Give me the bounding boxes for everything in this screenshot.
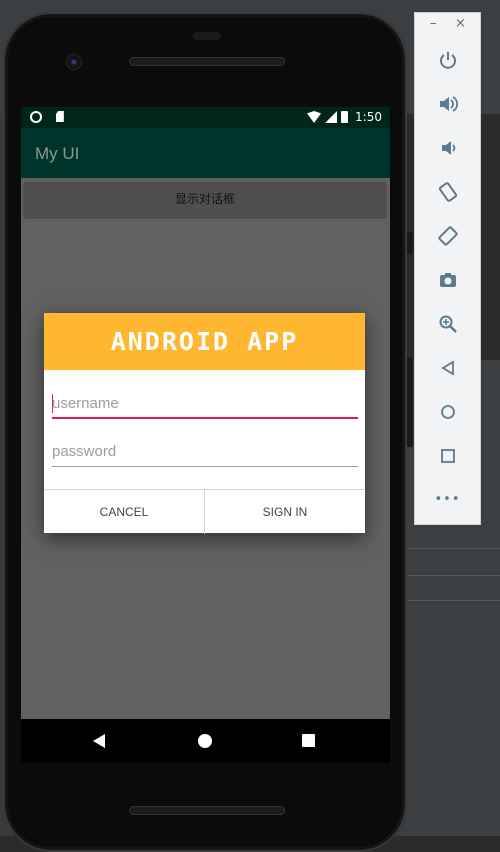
phone-notch bbox=[193, 32, 221, 40]
volume-down-icon bbox=[441, 141, 455, 155]
app-title: My UI bbox=[35, 144, 80, 163]
front-camera-icon bbox=[67, 55, 81, 69]
power-button[interactable] bbox=[415, 40, 480, 80]
status-time: 1:50 bbox=[355, 110, 382, 124]
show-dialog-button[interactable]: 显示对话框 bbox=[24, 182, 386, 217]
cell-signal-icon bbox=[325, 111, 338, 123]
zoom-in-icon bbox=[439, 315, 457, 333]
password-field[interactable]: password bbox=[52, 439, 358, 467]
overview-button[interactable] bbox=[415, 436, 480, 476]
recents-icon[interactable] bbox=[302, 734, 315, 747]
home-button[interactable] bbox=[415, 392, 480, 432]
bottom-speaker bbox=[129, 806, 285, 815]
app-bar: My UI bbox=[21, 128, 390, 178]
toolbar-window-controls: – × bbox=[415, 13, 480, 37]
earpiece-speaker bbox=[129, 57, 285, 66]
rotate-right-icon bbox=[437, 226, 458, 246]
password-underline bbox=[52, 466, 358, 467]
back-icon[interactable] bbox=[93, 734, 105, 748]
camera-icon bbox=[439, 273, 456, 287]
back-button[interactable] bbox=[415, 348, 480, 388]
phone-side-button bbox=[407, 232, 413, 254]
dialog-actions: CANCEL SIGN IN bbox=[44, 489, 365, 534]
volume-up-button[interactable] bbox=[415, 84, 480, 124]
rotate-right-button[interactable] bbox=[415, 216, 480, 256]
more-options-button[interactable]: ••• bbox=[415, 479, 480, 519]
phone-side-button bbox=[407, 357, 413, 447]
dialog-header-image: ANDROID APP bbox=[44, 313, 365, 370]
login-dialog: ANDROID APP username password CANCEL SIG… bbox=[44, 313, 365, 534]
wifi-icon bbox=[307, 111, 322, 123]
device-screen: 1:50 My UI 显示对话框 ANDROID APP username pa… bbox=[21, 107, 390, 719]
status-bar: 1:50 bbox=[21, 107, 390, 128]
home-icon[interactable] bbox=[198, 734, 212, 748]
rotate-left-button[interactable] bbox=[415, 172, 480, 212]
power-icon bbox=[439, 52, 456, 69]
volume-down-button[interactable] bbox=[415, 128, 480, 168]
username-placeholder: username bbox=[52, 395, 119, 412]
rotate-left-icon bbox=[438, 182, 457, 202]
volume-up-icon bbox=[439, 96, 458, 112]
minimize-icon[interactable]: – bbox=[430, 16, 437, 31]
overview-square-icon bbox=[440, 449, 455, 463]
battery-icon bbox=[341, 111, 349, 123]
cancel-button[interactable]: CANCEL bbox=[44, 490, 204, 534]
zoom-button[interactable] bbox=[415, 304, 480, 344]
close-icon[interactable]: × bbox=[455, 16, 466, 31]
sd-card-icon bbox=[55, 111, 64, 122]
username-underline bbox=[52, 417, 358, 419]
back-triangle-icon bbox=[440, 360, 454, 376]
notification-circle-icon bbox=[30, 111, 42, 123]
screenshot-button[interactable] bbox=[415, 260, 480, 300]
dialog-header-logo-text: ANDROID APP bbox=[110, 327, 299, 356]
home-circle-icon bbox=[440, 405, 455, 419]
password-placeholder: password bbox=[52, 443, 117, 460]
navigation-bar bbox=[21, 719, 390, 763]
emulator-toolbar: – × ••• bbox=[415, 13, 480, 524]
sign-in-button[interactable]: SIGN IN bbox=[204, 490, 365, 534]
username-field[interactable]: username bbox=[52, 391, 358, 419]
